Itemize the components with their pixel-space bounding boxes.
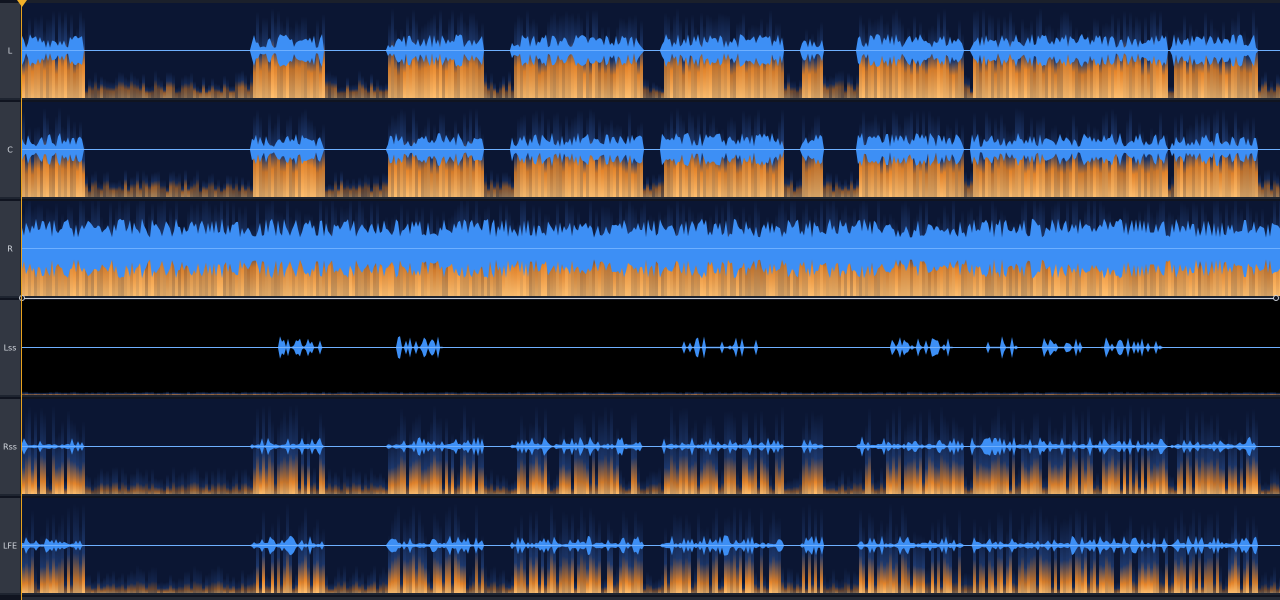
spectral-editor: L C R Lss Rss LFE [0, 0, 1280, 600]
spectrogram-view [22, 201, 1280, 296]
channel-track[interactable] [22, 498, 1280, 593]
channel-l[interactable]: L [0, 3, 1280, 100]
channel-c[interactable]: C [0, 102, 1280, 199]
spectrogram-view [22, 399, 1280, 494]
channel-header[interactable]: Lss [0, 300, 21, 395]
channel-label: L [7, 46, 13, 55]
spectrogram-view [22, 102, 1280, 197]
channel-stack: L C R Lss Rss LFE [0, 3, 1280, 600]
channel-track[interactable] [22, 102, 1280, 197]
channel-header[interactable]: R [0, 201, 21, 296]
channel-track[interactable] [22, 201, 1280, 296]
channel-track[interactable] [22, 399, 1280, 494]
channel-track[interactable] [22, 3, 1280, 98]
playhead-cursor[interactable] [21, 0, 22, 600]
selection-handle-left[interactable] [19, 295, 25, 301]
channel-label: LFE [2, 541, 18, 550]
channel-header[interactable]: Rss [0, 399, 21, 494]
playhead-marker-icon[interactable] [17, 0, 27, 7]
channel-label: C [7, 145, 13, 154]
channel-r[interactable]: R [0, 201, 1280, 298]
channel-label: R [7, 244, 13, 253]
spectrogram-view [22, 3, 1280, 98]
channel-label: Rss [3, 442, 17, 451]
channel-lfe[interactable]: LFE [0, 498, 1280, 595]
selection-handle-right[interactable] [1273, 295, 1279, 301]
channel-rss[interactable]: Rss [0, 399, 1280, 496]
channel-label: Lss [3, 343, 17, 352]
channel-header[interactable]: L [0, 3, 21, 98]
channel-header[interactable]: C [0, 102, 21, 197]
selection-boundary[interactable] [22, 298, 1278, 299]
channel-lss[interactable]: Lss [0, 300, 1280, 397]
spectrogram-view [22, 300, 1280, 395]
channel-header[interactable]: LFE [0, 498, 21, 593]
spectrogram-view [22, 498, 1280, 593]
channel-track[interactable] [22, 300, 1280, 395]
